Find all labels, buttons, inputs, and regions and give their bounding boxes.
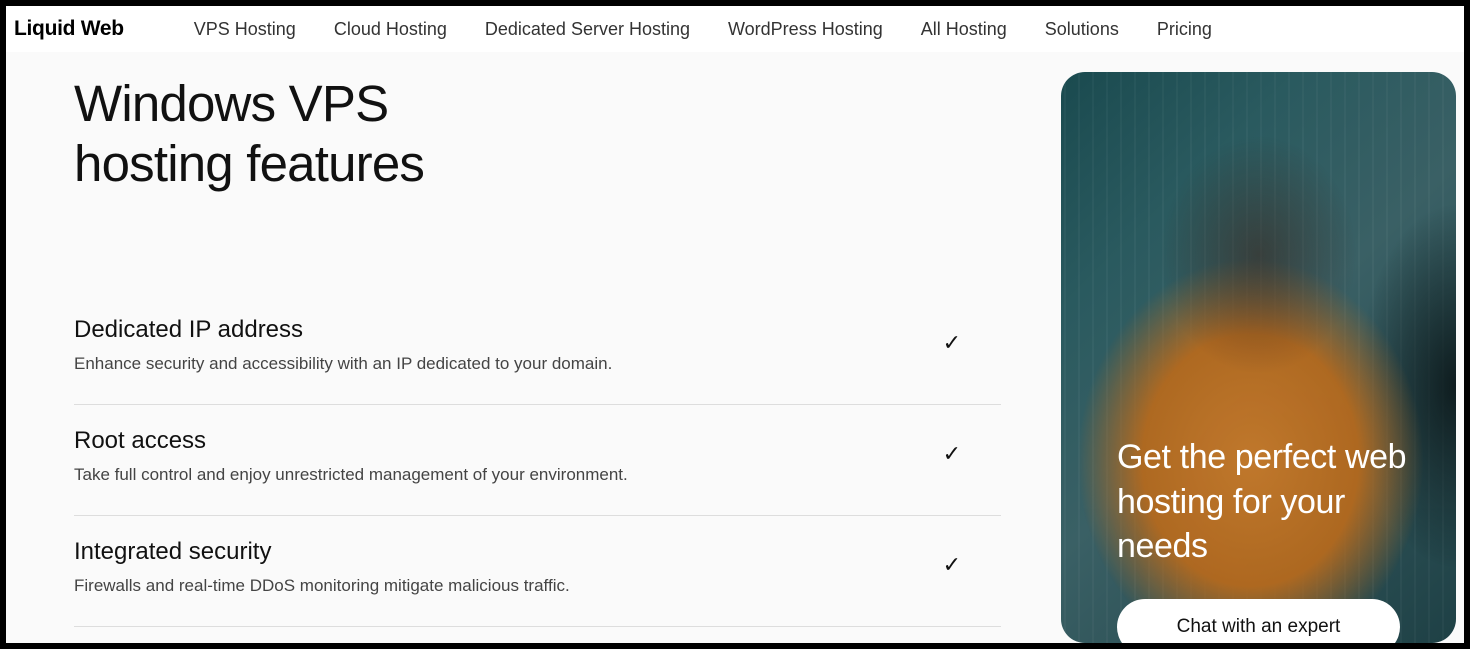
feature-row: Root access Take full control and enjoy … [74, 405, 1001, 516]
chat-with-expert-button[interactable]: Chat with an expert [1117, 599, 1400, 643]
nav-dedicated-server-hosting[interactable]: Dedicated Server Hosting [485, 19, 690, 40]
nav-all-hosting[interactable]: All Hosting [921, 19, 1007, 40]
feature-title: Root access [74, 427, 628, 455]
nav-wordpress-hosting[interactable]: WordPress Hosting [728, 19, 883, 40]
promo-text: Get the perfect web hosting for your nee… [1117, 435, 1416, 568]
header: Liquid Web VPS Hosting Cloud Hosting Ded… [6, 6, 1464, 52]
promo-card: Get the perfect web hosting for your nee… [1061, 72, 1456, 643]
feature-row: Integrated security Firewalls and real-t… [74, 516, 1001, 627]
main-content: Windows VPS hosting features Dedicated I… [6, 52, 1061, 643]
check-icon: ✓ [943, 441, 961, 467]
feature-desc: Firewalls and real-time DDoS monitoring … [74, 574, 570, 598]
feature-desc: Enhance security and accessibility with … [74, 352, 612, 376]
logo[interactable]: Liquid Web [14, 17, 124, 41]
check-icon: ✓ [943, 330, 961, 356]
feature-desc: Take full control and enjoy unrestricted… [74, 463, 628, 487]
feature-title: Integrated security [74, 538, 570, 566]
headline-line-2: hosting features [74, 135, 424, 192]
headline-line-1: Windows VPS [74, 75, 388, 132]
nav-vps-hosting[interactable]: VPS Hosting [194, 19, 296, 40]
page-title: Windows VPS hosting features [74, 74, 1001, 194]
main-nav: VPS Hosting Cloud Hosting Dedicated Serv… [194, 19, 1212, 40]
check-icon: ✓ [943, 552, 961, 578]
nav-cloud-hosting[interactable]: Cloud Hosting [334, 19, 447, 40]
feature-row: Dedicated IP address Enhance security an… [74, 294, 1001, 405]
nav-pricing[interactable]: Pricing [1157, 19, 1212, 40]
nav-solutions[interactable]: Solutions [1045, 19, 1119, 40]
feature-title: Dedicated IP address [74, 316, 612, 344]
